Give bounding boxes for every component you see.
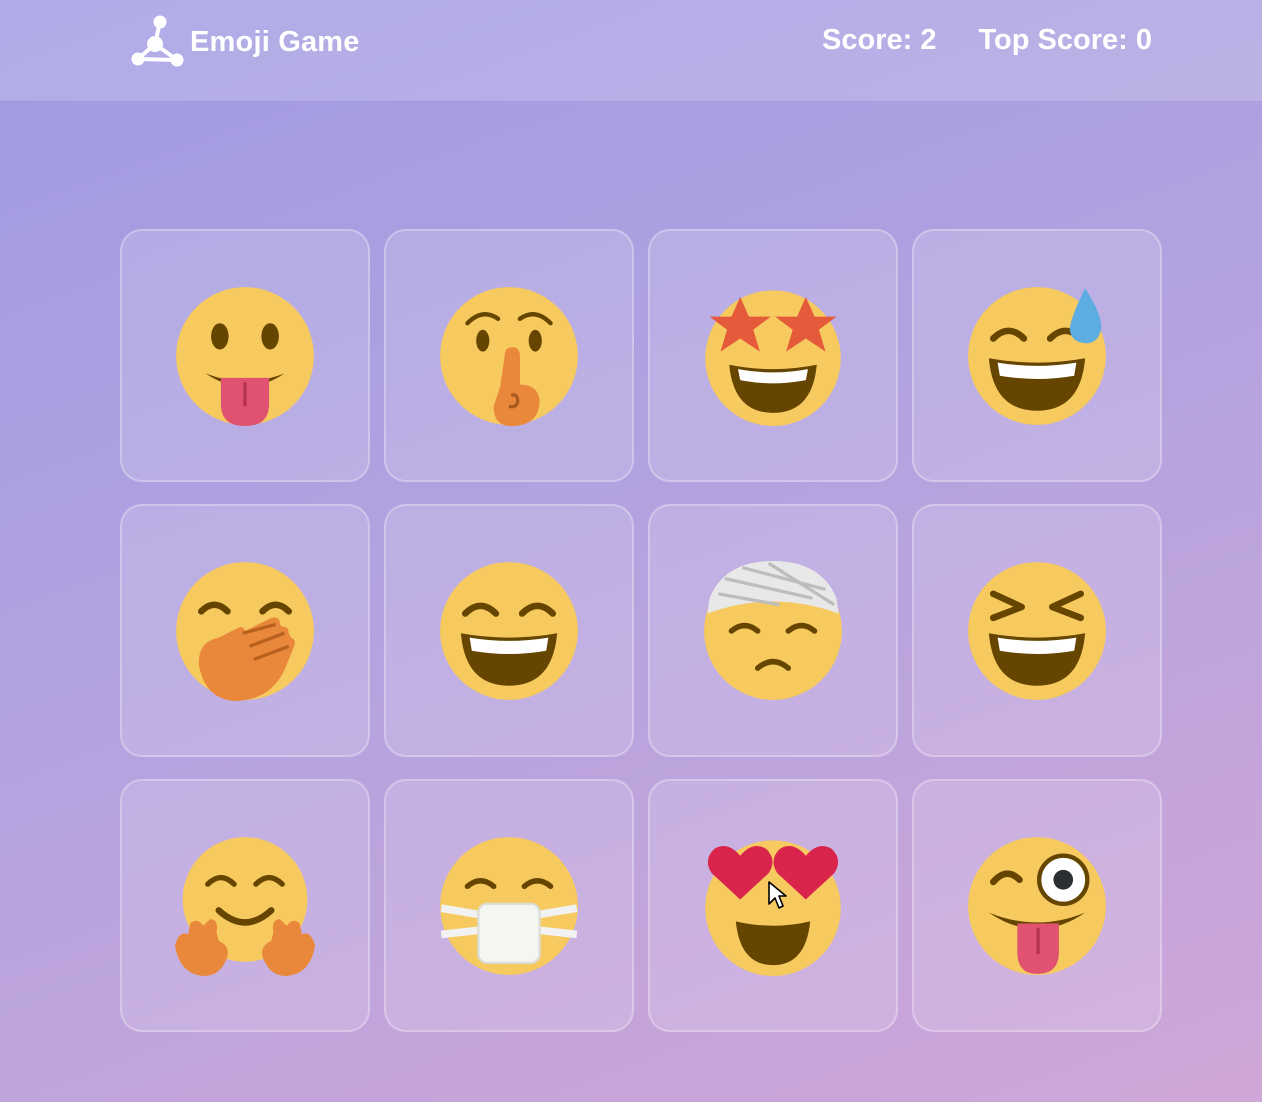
face-with-head-bandage-icon [704, 560, 842, 700]
mouse-cursor-icon [768, 881, 787, 909]
hugging-face-icon [175, 836, 315, 976]
grinning-squinting-face-icon [968, 561, 1106, 700]
score-board: Score: 2 Top Score: 0 [822, 24, 1152, 57]
grinning-face-with-smiling-eyes-icon [440, 561, 578, 700]
molecule-logo-icon [131, 15, 184, 67]
emoji-card-grinning-face-with-sweat[interactable] [912, 229, 1162, 482]
face-with-hand-over-mouth-icon [176, 561, 314, 701]
emoji-card-grinning-face-with-smiling-eyes[interactable] [384, 504, 634, 757]
star-struck-icon [705, 289, 841, 426]
emoji-card-face-with-tongue[interactable] [120, 229, 370, 482]
score-value: Score: 2 [822, 24, 937, 56]
emoji-card-face-with-head-bandage[interactable] [648, 504, 898, 757]
grinning-face-with-sweat-icon [968, 286, 1106, 425]
app-title: Emoji Game [190, 25, 360, 58]
top-score-value: Top Score: 0 [978, 24, 1153, 56]
emoji-card-shushing-face[interactable] [384, 229, 634, 482]
emoji-card-star-struck[interactable] [648, 229, 898, 482]
navbar: Emoji Game Score: 2 Top Score: 0 [0, 0, 1262, 100]
emoji-card-grinning-squinting-face[interactable] [912, 504, 1162, 757]
emoji-card-face-with-medical-mask[interactable] [384, 779, 634, 1032]
shushing-face-icon [440, 286, 578, 426]
winking-face-with-tongue-icon [968, 836, 1106, 975]
emoji-card-winking-face-with-tongue[interactable] [912, 779, 1162, 1032]
brand[interactable]: Emoji Game [130, 14, 360, 70]
face-with-medical-mask-icon [440, 836, 578, 975]
emoji-card-hugging-face[interactable] [120, 779, 370, 1032]
face-with-tongue-icon [176, 286, 314, 426]
emoji-grid [120, 229, 1162, 1032]
emoji-card-face-with-hand-over-mouth[interactable] [120, 504, 370, 757]
